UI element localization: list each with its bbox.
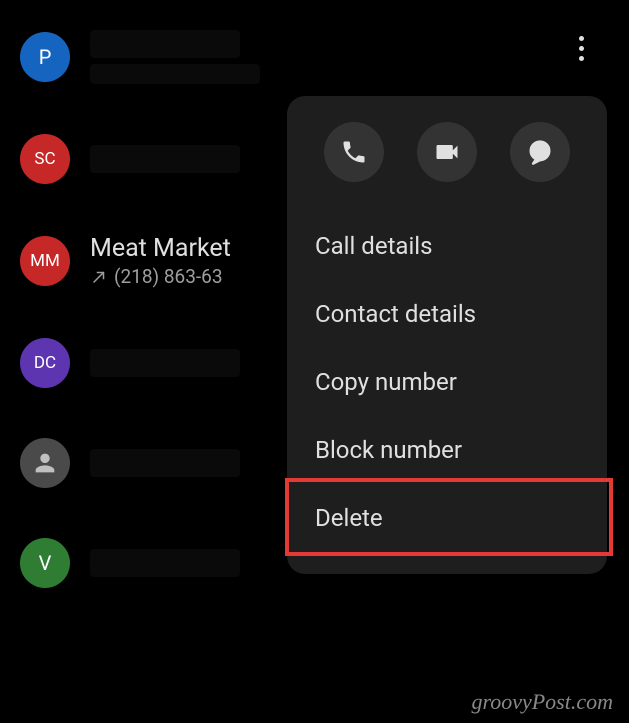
phone-icon <box>340 138 368 166</box>
call-details <box>90 30 260 84</box>
outgoing-call-icon <box>90 268 108 286</box>
context-menu: Call details Contact details Copy number… <box>287 96 607 574</box>
avatar: MM <box>20 236 70 286</box>
quick-actions-row <box>307 122 587 182</box>
menu-item-copy-number[interactable]: Copy number <box>307 348 587 416</box>
call-details <box>90 349 240 377</box>
menu-items-list: Call details Contact details Copy number… <box>307 212 587 552</box>
contact-name: Meat Market <box>90 234 231 263</box>
avatar <box>20 438 70 488</box>
call-details <box>90 449 240 477</box>
phone-number: (218) 863-63 <box>114 265 223 288</box>
message-button[interactable] <box>510 122 570 182</box>
person-icon <box>31 449 59 477</box>
more-vertical-icon <box>579 36 584 61</box>
avatar: SC <box>20 134 70 184</box>
call-details <box>90 145 240 173</box>
call-number-row: (218) 863-63 <box>90 265 231 288</box>
avatar: DC <box>20 338 70 388</box>
menu-item-call-details[interactable]: Call details <box>307 212 587 280</box>
menu-item-contact-details[interactable]: Contact details <box>307 280 587 348</box>
avatar: V <box>20 538 70 588</box>
video-icon <box>433 138 461 166</box>
menu-item-block-number[interactable]: Block number <box>307 416 587 484</box>
video-call-button[interactable] <box>417 122 477 182</box>
call-details <box>90 549 240 577</box>
avatar: P <box>20 32 70 82</box>
message-icon <box>526 138 554 166</box>
call-details: Meat Market (218) 863-63 <box>90 234 231 288</box>
call-button[interactable] <box>324 122 384 182</box>
call-item[interactable]: P <box>20 30 609 84</box>
watermark: groovyPost.com <box>471 689 613 715</box>
more-options-button[interactable] <box>561 28 601 68</box>
menu-item-delete[interactable]: Delete <box>307 484 587 552</box>
